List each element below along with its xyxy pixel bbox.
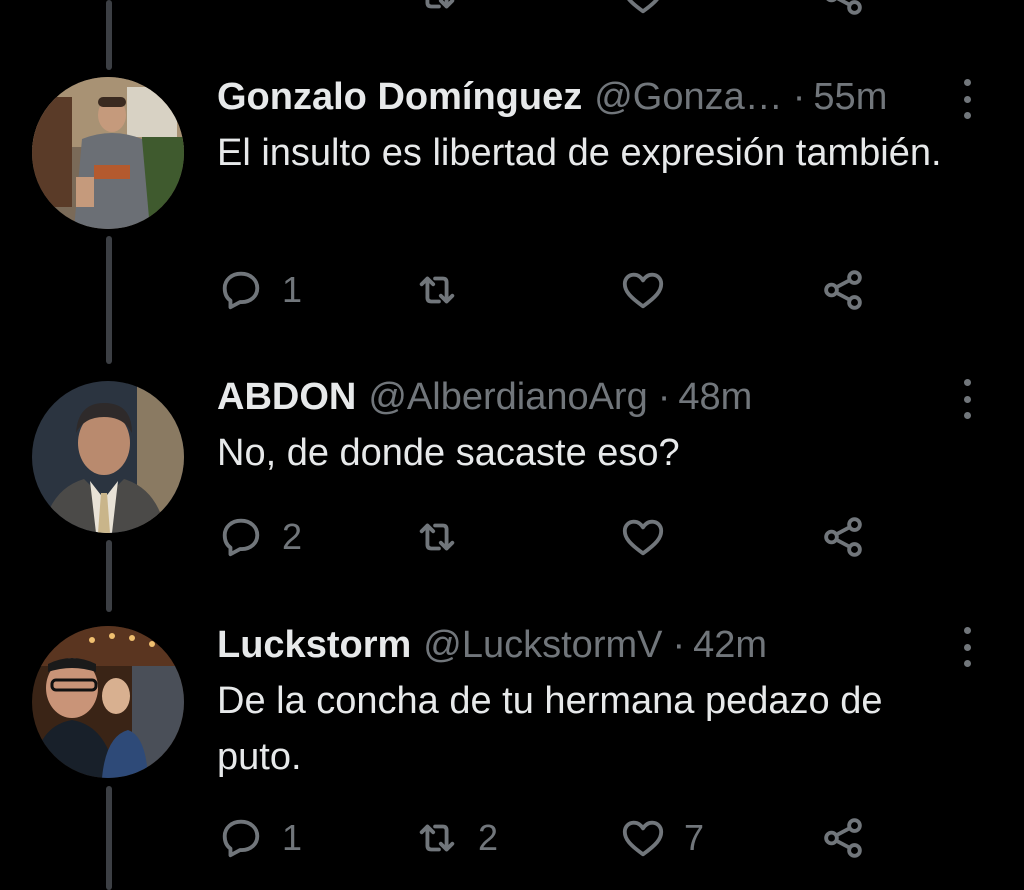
reply-button[interactable]: 1 [218, 265, 302, 315]
retweet-button[interactable]: 2 [414, 813, 498, 863]
avatar[interactable] [32, 77, 184, 229]
previous-share-button[interactable] [820, 0, 866, 20]
previous-tweet-actions [0, 0, 1024, 20]
timestamp[interactable]: 55m [813, 75, 887, 119]
separator-dot: · [672, 624, 686, 666]
retweet-icon [419, 824, 455, 852]
reply-button[interactable]: 2 [218, 512, 302, 562]
tweet-luckstorm[interactable]: Luckstorm @LuckstormV · 42m De la concha… [0, 623, 1024, 873]
more-dot [963, 112, 971, 119]
retweet-icon [425, 0, 455, 9]
more-vertical-icon [963, 79, 971, 86]
avatar[interactable] [32, 626, 184, 778]
more-dot [963, 412, 971, 419]
timestamp[interactable]: 48m [678, 375, 752, 419]
retweet-button[interactable] [414, 512, 478, 562]
tweet-header: Luckstorm @LuckstormV · 42m [217, 623, 767, 667]
reply-count: 2 [282, 516, 303, 557]
reply-icon [222, 518, 260, 557]
tweet-header: ABDON @AlberdianoArg · 48m [217, 375, 752, 419]
author-handle[interactable]: @AlberdianoArg [368, 375, 647, 419]
avatar-image-luckstorm [32, 626, 184, 778]
more-options-button[interactable] [956, 627, 978, 667]
reply-count: 1 [282, 269, 303, 310]
author-name[interactable]: Luckstorm [217, 623, 411, 667]
like-button[interactable]: 7 [620, 813, 704, 863]
more-dot [963, 660, 971, 667]
tweet-actions: 2 [0, 512, 1024, 562]
share-button[interactable] [820, 512, 866, 562]
retweet-icon [419, 276, 455, 304]
tweet-text: El insulto es libertad de expresión tamb… [217, 132, 942, 174]
avatar-image-gonzalo [32, 77, 184, 229]
reply-button[interactable]: 1 [218, 813, 302, 863]
tweet-gonzalo[interactable]: Gonzalo Domínguez @Gonza… · 55m El insul… [0, 75, 1024, 325]
heart-icon [627, 0, 659, 14]
separator-dot: · [792, 76, 806, 118]
more-dot [963, 95, 971, 103]
heart-icon [622, 272, 664, 309]
like-button[interactable] [620, 265, 684, 315]
share-icon [826, 0, 862, 15]
reply-icon [222, 271, 260, 310]
retweet-button[interactable] [414, 265, 478, 315]
tweet-actions: 1 [0, 265, 1024, 315]
author-name[interactable]: Gonzalo Domínguez [217, 75, 582, 119]
tweet-header: Gonzalo Domínguez @Gonza… · 55m [217, 75, 887, 119]
more-vertical-icon [963, 379, 971, 386]
retweet-count: 2 [478, 817, 499, 858]
share-button[interactable] [820, 265, 866, 315]
more-dot [963, 643, 971, 651]
avatar[interactable] [32, 381, 184, 533]
more-vertical-icon [963, 627, 971, 634]
author-handle[interactable]: @LuckstormV [423, 623, 662, 667]
more-options-button[interactable] [956, 379, 978, 419]
tweet-text: De la concha de tu hermana pedazo de put… [217, 680, 883, 778]
heart-icon [622, 519, 664, 556]
more-dot [963, 395, 971, 403]
share-icon [824, 270, 862, 310]
tweet-text: No, de donde sacaste eso? [217, 432, 680, 474]
share-icon [824, 517, 862, 557]
reply-icon [222, 819, 260, 858]
previous-retweet-button[interactable] [414, 0, 460, 20]
reply-count: 1 [282, 817, 303, 858]
more-options-button[interactable] [956, 79, 978, 119]
previous-like-button[interactable] [620, 0, 666, 20]
like-button[interactable] [620, 512, 684, 562]
author-handle[interactable]: @Gonza… [594, 75, 783, 119]
timestamp[interactable]: 42m [693, 623, 767, 667]
retweet-icon [419, 523, 455, 551]
share-button[interactable] [820, 813, 866, 863]
heart-icon [622, 820, 664, 857]
avatar-image-abdon [32, 381, 184, 533]
share-icon [824, 818, 862, 858]
tweet-actions: 1 2 7 [0, 813, 1024, 863]
author-name[interactable]: ABDON [217, 375, 356, 419]
separator-dot: · [657, 376, 671, 418]
like-count: 7 [684, 817, 705, 858]
tweet-abdon[interactable]: ABDON @AlberdianoArg · 48m No, de donde … [0, 375, 1024, 575]
